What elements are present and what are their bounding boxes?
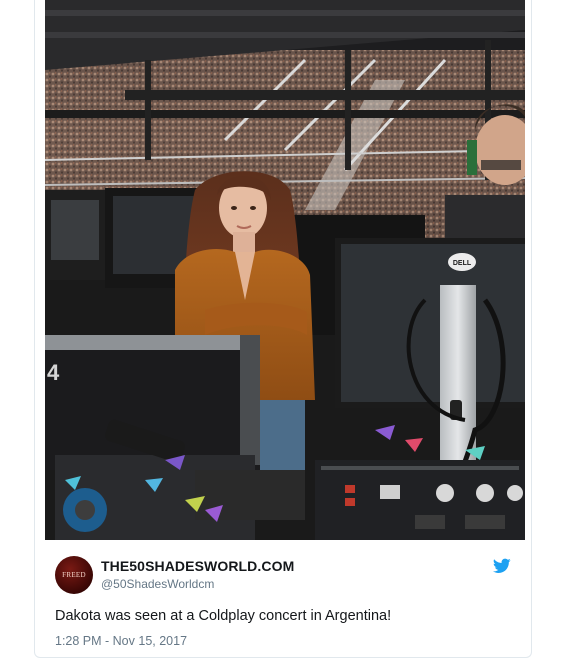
twitter-bird-icon[interactable] <box>493 558 511 574</box>
user-handle[interactable]: @50ShadesWorldcm <box>101 577 214 591</box>
tweet-footer: FREED THE50SHADESWORLD.COM @50ShadesWorl… <box>35 540 531 658</box>
avatar[interactable]: FREED <box>55 556 93 594</box>
photo-illustration: DELL 4 <box>45 0 525 540</box>
tweet-card: DELL 4 FREED THE50SHADESWORLD.COM @50Sha… <box>34 0 532 658</box>
equipment-label: 4 <box>47 360 60 385</box>
tweet-text: Dakota was seen at a Coldplay concert in… <box>55 608 392 624</box>
display-name[interactable]: THE50SHADESWORLD.COM <box>101 558 294 574</box>
monitor-brand-label: DELL <box>453 260 472 267</box>
tweet-timestamp[interactable]: 1:28 PM - Nov 15, 2017 <box>55 634 187 648</box>
tweet-photo[interactable]: DELL 4 <box>45 0 525 540</box>
avatar-text: FREED <box>62 571 86 579</box>
